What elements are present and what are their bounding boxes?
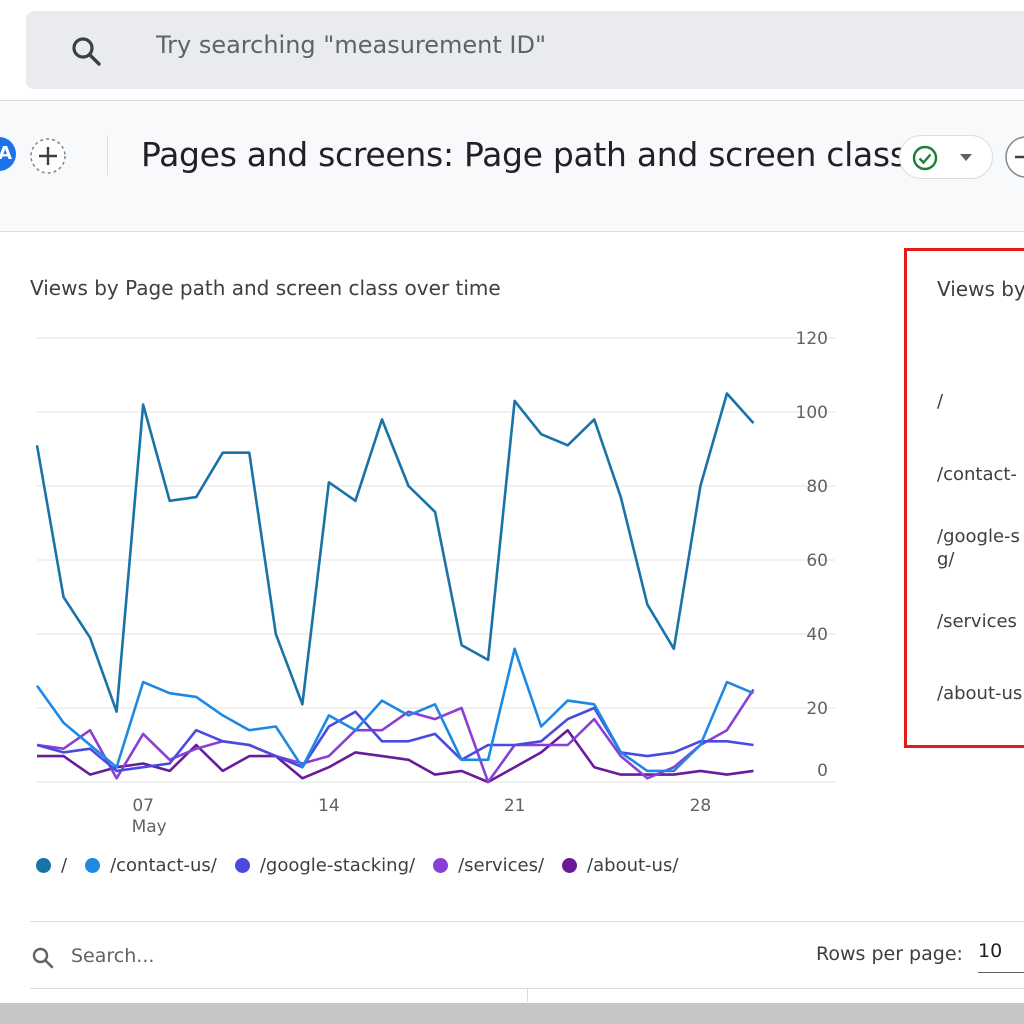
y-tick-label: 0 bbox=[817, 761, 828, 781]
x-tick-sublabel: May bbox=[132, 817, 167, 837]
legend-dot-icon bbox=[85, 858, 101, 873]
x-tick-label: 07 bbox=[132, 796, 154, 816]
report-status-dropdown[interactable] bbox=[899, 135, 993, 179]
search-icon bbox=[32, 947, 54, 969]
search-icon bbox=[72, 37, 101, 66]
legend-item[interactable]: /services/ bbox=[433, 855, 544, 876]
y-tick-label: 20 bbox=[806, 699, 828, 719]
legend-dot-icon bbox=[433, 858, 449, 873]
panel-row-label: /google-s bbox=[937, 526, 1020, 547]
report-header: A Pages and screens: Page path and scree… bbox=[0, 100, 1024, 208]
panel-row-label: /contact- bbox=[937, 464, 1017, 485]
chart-legend: / /contact-us/ /google-stacking/ /services/… bbox=[36, 855, 678, 876]
x-tick-label: 28 bbox=[690, 796, 712, 816]
search-input[interactable]: Try searching "measurement ID" bbox=[156, 31, 546, 59]
line-chart: 0 20 40 60 80 100 120 07May 14 21 28 bbox=[35, 330, 835, 837]
legend-label: /google-stacking/ bbox=[259, 855, 416, 876]
views-by-page-panel: Views by / /contact- /google-s g/ /servi… bbox=[904, 248, 1024, 748]
legend-item[interactable]: /contact-us/ bbox=[85, 855, 217, 876]
x-tick-label: 21 bbox=[504, 796, 526, 816]
legend-item[interactable]: / bbox=[36, 855, 67, 876]
legend-label: /about-us/ bbox=[587, 855, 679, 876]
panel-row-label: g/ bbox=[937, 549, 955, 570]
x-tick-label: 14 bbox=[318, 796, 340, 816]
y-tick-label: 120 bbox=[796, 330, 828, 349]
legend-item[interactable]: /google-stacking/ bbox=[234, 855, 416, 876]
series-line bbox=[35, 647, 754, 773]
legend-dot-icon bbox=[36, 858, 51, 873]
check-circle-icon bbox=[912, 145, 938, 171]
add-comparison-icon[interactable] bbox=[29, 137, 67, 175]
panel-row-label: / bbox=[937, 391, 944, 412]
header-divider bbox=[107, 135, 108, 175]
comparison-avatar[interactable]: A bbox=[0, 137, 16, 171]
search-bar[interactable]: Try searching "measurement ID" bbox=[26, 11, 1024, 89]
y-tick-label: 80 bbox=[806, 477, 828, 497]
panel-row-label: /services bbox=[937, 611, 1017, 632]
column-separator bbox=[527, 988, 528, 1002]
legend-dot-icon bbox=[562, 858, 578, 873]
legend-item[interactable]: /about-us/ bbox=[562, 855, 678, 876]
y-tick-label: 60 bbox=[806, 551, 828, 571]
legend-label: / bbox=[61, 855, 68, 876]
chart-title: Views by Page path and screen class over… bbox=[30, 276, 501, 300]
section-divider bbox=[30, 921, 1024, 922]
rows-per-page-select[interactable]: 10 bbox=[978, 940, 1024, 973]
panel-title: Views by bbox=[937, 277, 1024, 301]
window-bottom-bar bbox=[0, 1003, 1024, 1024]
series-line bbox=[36, 706, 754, 773]
panel-row-label: /about-us bbox=[937, 683, 1023, 704]
page-title: Pages and screens: Page path and screen … bbox=[141, 135, 907, 174]
series-line bbox=[35, 392, 755, 714]
add-icon[interactable] bbox=[1004, 135, 1024, 179]
chevron-down-icon bbox=[960, 154, 972, 161]
legend-label: /contact-us/ bbox=[110, 855, 217, 876]
legend-dot-icon bbox=[234, 858, 250, 873]
rows-per-page-label: Rows per page: bbox=[816, 943, 963, 965]
legend-label: /services/ bbox=[458, 855, 545, 876]
y-tick-label: 40 bbox=[806, 625, 828, 645]
table-search-input[interactable]: Search... bbox=[71, 945, 154, 967]
y-tick-label: 100 bbox=[796, 403, 828, 423]
header-strip bbox=[0, 207, 1024, 232]
